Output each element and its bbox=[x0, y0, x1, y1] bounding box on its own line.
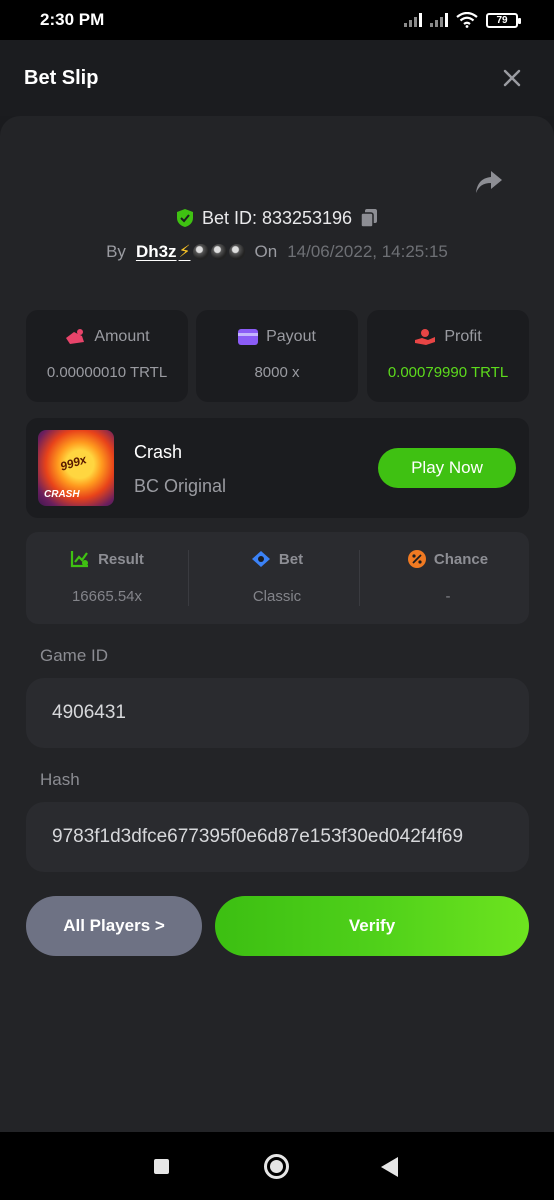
stat-card-amount: Amount 0.00000010 TRTL bbox=[26, 310, 188, 402]
result-col: Result 16665.54x bbox=[26, 532, 188, 624]
back-icon[interactable] bbox=[381, 1157, 398, 1177]
copy-icon[interactable] bbox=[360, 208, 378, 228]
game-id-field[interactable]: 4906431 bbox=[26, 678, 529, 748]
stat-label: Profit bbox=[444, 328, 482, 345]
bet-author-row: By Dh3z ⚡ On 14/06/2022, 14:25:15 bbox=[0, 238, 554, 266]
page-title: Bet Slip bbox=[24, 66, 99, 89]
result-label: Result bbox=[98, 550, 144, 568]
chance-col: Chance - bbox=[367, 532, 529, 624]
wallet-icon bbox=[238, 329, 259, 345]
divider bbox=[359, 550, 360, 606]
user-name: Dh3z bbox=[135, 242, 177, 261]
stat-label: Amount bbox=[94, 328, 150, 345]
stat-card-payout: Payout 8000 x bbox=[196, 310, 358, 402]
status-icons: 79 bbox=[404, 12, 521, 28]
amount-icon bbox=[66, 329, 85, 344]
hash-field[interactable]: 9783f1d3dfce677395f0e6d87e153f30ed042f4f… bbox=[26, 802, 529, 872]
thumb-label: CRASH bbox=[44, 489, 80, 500]
eight-ball-icon bbox=[192, 244, 209, 260]
wifi-icon bbox=[456, 12, 478, 28]
status-time: 2:30 PM bbox=[40, 10, 105, 29]
stat-value: 8000 x bbox=[254, 364, 300, 381]
game-card: 999x CRASH Crash BC Original Play Now bbox=[26, 418, 529, 518]
battery-icon: 79 bbox=[486, 12, 521, 28]
stat-value: 0.00000010 TRTL bbox=[46, 364, 168, 381]
ticket-icon bbox=[251, 551, 270, 567]
on-label: On bbox=[254, 242, 278, 261]
close-icon[interactable] bbox=[494, 60, 530, 96]
eight-ball-icon bbox=[228, 244, 245, 260]
bet-date: 14/06/2022, 14:25:15 bbox=[287, 242, 448, 261]
bet-id: Bet ID: 833253196 bbox=[201, 207, 353, 228]
play-now-button[interactable]: Play Now bbox=[378, 448, 516, 488]
percent-icon bbox=[407, 550, 426, 568]
game-name: Crash bbox=[134, 442, 183, 462]
bet-slip-panel: Bet ID: 833253196 By Dh3z ⚡ On 14/06/202… bbox=[0, 116, 554, 1132]
status-bar: 2:30 PM 79 bbox=[0, 0, 554, 40]
verify-button[interactable]: Verify bbox=[215, 896, 529, 956]
system-nav-bar bbox=[0, 1132, 554, 1200]
stat-card-profit: Profit 0.00079990 TRTL bbox=[367, 310, 529, 402]
bet-id-row: Bet ID: 833253196 bbox=[0, 204, 554, 232]
game-thumbnail[interactable]: 999x CRASH bbox=[38, 430, 114, 506]
game-id-label: Game ID bbox=[40, 646, 109, 665]
chance-value: - bbox=[445, 588, 451, 605]
chance-label: Chance bbox=[433, 550, 489, 568]
share-icon[interactable] bbox=[474, 168, 504, 196]
by-label: By bbox=[106, 242, 126, 261]
lightning-icon: ⚡ bbox=[178, 242, 191, 261]
bet-type-value: Classic bbox=[252, 588, 302, 605]
chart-icon bbox=[70, 551, 89, 568]
thumb-multiplier: 999x bbox=[58, 452, 89, 474]
shield-check-icon bbox=[176, 209, 193, 227]
bet-type-label: Bet bbox=[278, 550, 304, 568]
result-card: Result 16665.54x Bet Classic Chance - bbox=[26, 532, 529, 624]
recent-apps-icon[interactable] bbox=[154, 1159, 169, 1174]
divider bbox=[188, 550, 189, 606]
bet-col: Bet Classic bbox=[196, 532, 358, 624]
profit-icon bbox=[415, 329, 436, 345]
eight-ball-icon bbox=[210, 244, 227, 260]
all-players-button[interactable]: All Players > bbox=[26, 896, 202, 956]
home-icon[interactable] bbox=[264, 1154, 289, 1179]
stat-label: Payout bbox=[266, 328, 316, 345]
stat-value: 0.00079990 TRTL bbox=[387, 364, 509, 381]
user-link[interactable]: Dh3z ⚡ bbox=[136, 242, 245, 262]
signal-icon-2 bbox=[430, 13, 448, 27]
hash-label: Hash bbox=[40, 770, 80, 789]
result-value: 16665.54x bbox=[71, 588, 143, 605]
signal-icon bbox=[404, 13, 422, 27]
game-subtitle: BC Original bbox=[134, 476, 227, 496]
header: Bet Slip bbox=[0, 40, 554, 116]
